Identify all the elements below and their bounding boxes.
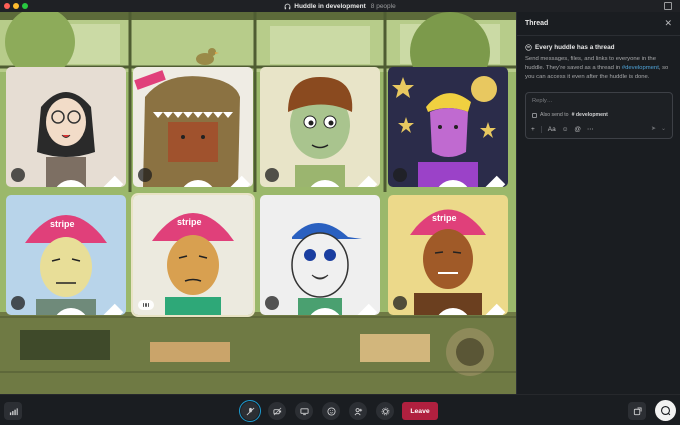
mute-button[interactable] — [239, 400, 261, 422]
muted-mic-icon — [265, 296, 378, 315]
huddle-controls-bar: Leave — [0, 394, 680, 425]
close-window-button[interactable] — [4, 3, 10, 9]
participant-tile[interactable] — [260, 195, 380, 315]
reply-input[interactable]: Reply… — [532, 98, 553, 104]
people-count: 8 people — [370, 2, 396, 10]
signal-bars-icon — [9, 407, 18, 415]
formatting-button[interactable]: Aa — [548, 126, 556, 133]
muted-mic-icon — [393, 296, 506, 315]
send-controls: ➤ ⌄ — [651, 125, 666, 132]
also-send-option[interactable]: Also send to # development — [532, 112, 608, 118]
muted-mic-icon — [393, 168, 506, 187]
svg-text:stripe: stripe — [50, 219, 75, 229]
settings-button[interactable] — [376, 402, 394, 420]
svg-text:stripe: stripe — [432, 213, 457, 223]
video-off-icon — [272, 407, 281, 415]
channel-link[interactable]: #development — [622, 65, 659, 71]
composer-toolbar: + Aa ☺ @ ⋯ — [531, 125, 594, 133]
thread-description: Send messages, files, and links to every… — [525, 55, 672, 82]
participant-tile[interactable] — [6, 67, 126, 187]
muted-mic-icon — [11, 168, 124, 187]
thread-toggle-button[interactable] — [655, 400, 676, 421]
also-send-channel: # development — [571, 112, 608, 118]
svg-text:stripe: stripe — [177, 217, 202, 227]
more-icon[interactable]: ⋯ — [587, 125, 594, 133]
huddle-name: Huddle in development — [294, 2, 366, 10]
popout-icon — [633, 406, 642, 415]
thread-icon — [525, 44, 532, 51]
participant-video: stripe — [133, 195, 253, 315]
muted-mic-icon — [265, 168, 378, 187]
share-screen-button[interactable] — [295, 402, 313, 420]
screen-share-icon — [299, 407, 309, 415]
participant-tile[interactable] — [388, 67, 508, 187]
thread-panel: Thread ✕ Every huddle has a thread Send … — [516, 12, 680, 394]
close-icon[interactable]: ✕ — [664, 18, 672, 29]
window-title: Huddle in development 8 people — [284, 2, 396, 10]
connection-stats-button[interactable] — [4, 402, 22, 420]
toolbar-divider — [540, 125, 542, 133]
plus-icon[interactable]: + — [531, 126, 535, 133]
zoom-window-button[interactable] — [22, 3, 28, 9]
thread-heading: Every huddle has a thread — [525, 44, 672, 51]
window-controls — [4, 3, 28, 9]
reply-composer[interactable]: Reply… Also send to # development + Aa ☺… — [525, 92, 673, 139]
gear-icon — [381, 407, 389, 415]
expand-window-icon[interactable] — [664, 2, 672, 10]
microphone-muted-icon — [246, 407, 254, 415]
add-person-icon — [354, 407, 362, 415]
also-send-checkbox[interactable] — [532, 112, 537, 118]
thread-panel-body: Every huddle has a thread Send messages,… — [517, 36, 680, 139]
minimize-window-button[interactable] — [13, 3, 19, 9]
participant-tile-speaking[interactable]: stripe — [131, 193, 255, 317]
leave-button[interactable]: Leave — [402, 402, 438, 420]
video-stage: stripe stripe stripe — [0, 12, 516, 394]
participant-tile[interactable] — [133, 67, 253, 187]
invite-button[interactable] — [349, 402, 367, 420]
muted-mic-icon — [138, 168, 251, 187]
reactions-button[interactable] — [322, 402, 340, 420]
participant-tile[interactable]: stripe — [6, 195, 126, 315]
thread-panel-header: Thread ✕ — [517, 12, 680, 36]
popout-button[interactable] — [628, 402, 646, 420]
speaking-indicator-icon — [138, 300, 154, 310]
thread-panel-title: Thread — [525, 20, 549, 27]
thread-heading-text: Every huddle has a thread — [535, 44, 615, 51]
muted-mic-icon — [11, 296, 124, 315]
emoji-icon — [326, 406, 336, 416]
participant-tile[interactable] — [260, 67, 380, 187]
huddle-window: Huddle in development 8 people stripe st… — [0, 0, 680, 425]
also-send-label: Also send to — [540, 112, 569, 118]
send-options-chevron-icon[interactable]: ⌄ — [661, 125, 666, 132]
mention-icon[interactable]: @ — [574, 126, 581, 133]
title-bar: Huddle in development 8 people — [0, 0, 680, 12]
emoji-icon[interactable]: ☺ — [562, 126, 569, 133]
headphones-icon — [284, 3, 291, 9]
chat-bubble-icon — [660, 405, 671, 416]
participant-tile[interactable]: stripe — [388, 195, 508, 315]
send-icon[interactable]: ➤ — [651, 125, 656, 132]
video-button[interactable] — [268, 402, 286, 420]
